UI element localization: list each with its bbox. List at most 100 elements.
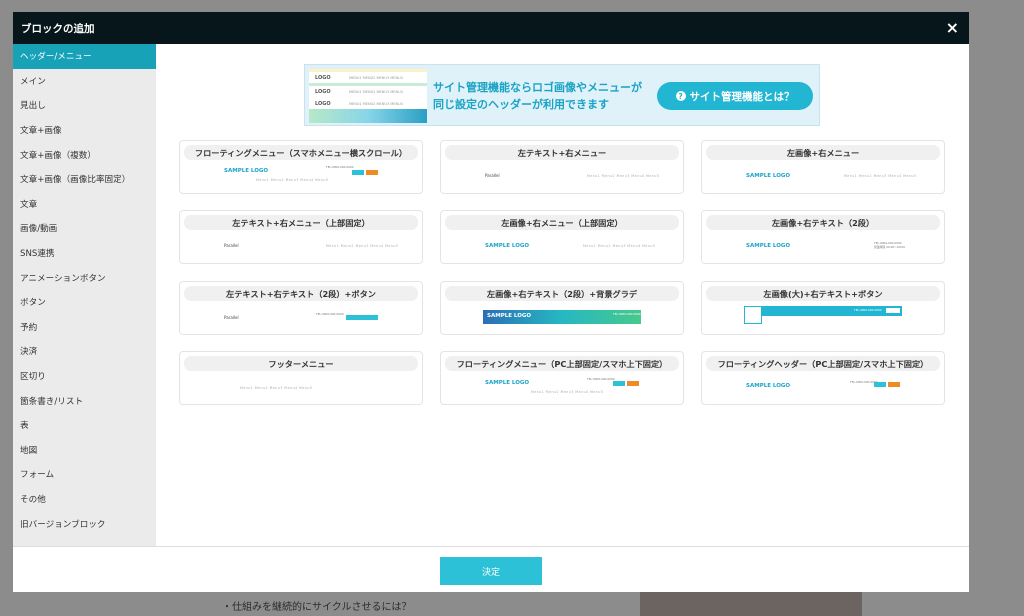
block-preview: SAMPLE LOGO TEL:0000-000-0000 bbox=[441, 304, 683, 334]
preview-button bbox=[874, 382, 886, 387]
block-card-large-image-text-button[interactable]: 左画像(大)+右テキスト+ボタン TEL:0000-000-0000 bbox=[701, 281, 945, 335]
site-management-button-label: サイト管理機能とは？ bbox=[689, 90, 795, 103]
question-icon: ? bbox=[675, 91, 686, 101]
preview-button bbox=[613, 381, 625, 386]
preview-button bbox=[352, 170, 364, 175]
sidebar-item-payment[interactable]: 決済 bbox=[13, 339, 156, 364]
block-card-footer-menu[interactable]: フッターメニュー Menu1 Menu2 Menu3 Menu4 Menu5 bbox=[179, 351, 423, 405]
thumb-gradient bbox=[309, 109, 427, 123]
preview-text: Parallel bbox=[224, 315, 239, 320]
block-card-left-image-right-menu[interactable]: 左画像+右メニュー SAMPLE LOGO Menu1 Menu2 Menu3 … bbox=[701, 140, 945, 194]
sidebar-item-sns[interactable]: SNS連携 bbox=[13, 241, 156, 266]
sidebar-item-animation-button[interactable]: アニメーションボタン bbox=[13, 265, 156, 290]
banner-line-2: 同じ設定のヘッダーが利用できます bbox=[433, 98, 609, 111]
sidebar-item-button[interactable]: ボタン bbox=[13, 290, 156, 315]
sidebar-item-list[interactable]: 箇条書き/リスト bbox=[13, 388, 156, 413]
thumb-row: LOGO MENU1 MENU2 MENU3 MENU4 bbox=[315, 87, 421, 96]
block-card-image-text-gradient[interactable]: 左画像+右テキスト（2段）+背景グラデ SAMPLE LOGO TEL:0000… bbox=[440, 281, 684, 335]
sidebar-item-reservation[interactable]: 予約 bbox=[13, 315, 156, 340]
sidebar-item-text-image[interactable]: 文章+画像 bbox=[13, 118, 156, 143]
sidebar-item-image-video[interactable]: 画像/動画 bbox=[13, 216, 156, 241]
block-preview: SAMPLE LOGO TEL:0000-000-0000 Menu1 Menu… bbox=[441, 374, 683, 404]
sidebar-item-main[interactable]: メイン bbox=[13, 69, 156, 94]
block-preview: SAMPLE LOGO TEL:0000-000-0000 bbox=[702, 374, 944, 404]
preview-logo-box bbox=[744, 306, 762, 324]
background-photo bbox=[640, 592, 862, 616]
block-card-title: 左画像+右メニュー（上部固定） bbox=[445, 215, 679, 230]
preview-logo: SAMPLE LOGO bbox=[746, 173, 791, 179]
block-card-floating-menu-scroll[interactable]: フローティングメニュー（スマホメニュー横スクロール） SAMPLE LOGO T… bbox=[179, 140, 423, 194]
thumb-nav: MENU1 MENU2 MENU3 MENU4 bbox=[349, 75, 403, 80]
block-card-title: フッターメニュー bbox=[184, 356, 418, 371]
preview-menu: Menu1 Menu2 Menu3 Menu4 Menu5 bbox=[844, 174, 917, 178]
sidebar-item-header-menu[interactable]: ヘッダー/メニュー bbox=[13, 44, 156, 69]
preview-logo: SAMPLE LOGO bbox=[746, 383, 791, 389]
modal-title: ブロックの追加 bbox=[21, 22, 95, 35]
site-management-button[interactable]: ? サイト管理機能とは？ bbox=[657, 82, 813, 110]
preview-menu: Menu1 Menu2 Menu3 Menu4 Menu5 bbox=[326, 244, 399, 248]
sidebar-item-text-image-fixed[interactable]: 文章+画像（画像比率固定） bbox=[13, 167, 156, 192]
block-preview: SAMPLE LOGO Menu1 Menu2 Menu3 Menu4 Menu… bbox=[441, 233, 683, 263]
block-card-title: 左画像(大)+右テキスト+ボタン bbox=[706, 286, 940, 301]
preview-tel: TEL:0000-000-0000 bbox=[854, 308, 882, 312]
thumb-nav: MENU1 MENU2 MENU3 MENU4 bbox=[349, 101, 403, 106]
preview-text: Parallel bbox=[224, 243, 239, 248]
preview-logo: SAMPLE LOGO bbox=[487, 313, 532, 319]
preview-button bbox=[627, 381, 639, 386]
close-icon[interactable]: × bbox=[946, 20, 959, 36]
preview-text: Parallel bbox=[485, 173, 500, 178]
preview-menu: Menu1 Menu2 Menu3 Menu4 Menu5 bbox=[240, 386, 313, 390]
thumb-row: LOGO MENU1 MENU2 MENU3 MENU4 bbox=[315, 99, 421, 108]
block-card-left-image-right-menu-fixed[interactable]: 左画像+右メニュー（上部固定） SAMPLE LOGO Menu1 Menu2 … bbox=[440, 210, 684, 264]
banner-line-1: サイト管理機能ならロゴ画像やメニューが bbox=[433, 81, 642, 94]
block-card-left-image-right-text-2[interactable]: 左画像+右テキスト（2段） SAMPLE LOGO TEL:0000-000-0… bbox=[701, 210, 945, 264]
sidebar-item-form[interactable]: フォーム bbox=[13, 462, 156, 487]
sidebar-item-table[interactable]: 表 bbox=[13, 413, 156, 438]
block-preview: Menu1 Menu2 Menu3 Menu4 Menu5 bbox=[180, 374, 422, 404]
preview-button bbox=[886, 308, 900, 313]
block-card-left-text-right-menu-fixed[interactable]: 左テキスト+右メニュー（上部固定） Parallel Menu1 Menu2 M… bbox=[179, 210, 423, 264]
preview-sub: 営業時間 00:00〜00:00 bbox=[874, 245, 905, 249]
sidebar-item-map[interactable]: 地図 bbox=[13, 438, 156, 463]
confirm-button[interactable]: 決定 bbox=[440, 557, 542, 585]
sidebar-item-text-image-multi[interactable]: 文章+画像（複数） bbox=[13, 142, 156, 167]
sidebar-item-heading[interactable]: 見出し bbox=[13, 93, 156, 118]
add-block-modal: ブロックの追加 × ヘッダー/メニュー メイン 見出し 文章+画像 文章+画像（… bbox=[13, 12, 969, 592]
block-preview: Parallel Menu1 Menu2 Menu3 Menu4 Menu5 bbox=[180, 233, 422, 263]
block-preview: SAMPLE LOGO Menu1 Menu2 Menu3 Menu4 Menu… bbox=[702, 163, 944, 193]
sidebar-item-legacy[interactable]: 旧バージョンブロック bbox=[13, 511, 156, 536]
sidebar-item-text[interactable]: 文章 bbox=[13, 192, 156, 217]
banner-message: サイト管理機能ならロゴ画像やメニューが 同じ設定のヘッダーが利用できます bbox=[433, 79, 642, 113]
preview-button bbox=[366, 170, 378, 175]
preview-button bbox=[346, 315, 378, 320]
block-preview: Parallel Menu1 Menu2 Menu3 Menu4 Menu5 bbox=[441, 163, 683, 193]
thumb-logo: LOGO bbox=[315, 100, 331, 107]
block-card-title: 左画像+右メニュー bbox=[706, 145, 940, 160]
block-card-title: 左テキスト+右メニュー bbox=[445, 145, 679, 160]
block-card-floating-header-fixed[interactable]: フローティングヘッダー（PC上部固定/スマホ上下固定） SAMPLE LOGO … bbox=[701, 351, 945, 405]
preview-tel: TEL:0000-000-0000 bbox=[326, 165, 354, 169]
site-management-banner: LOGO MENU1 MENU2 MENU3 MENU4 LOGO MENU1 … bbox=[304, 64, 820, 126]
preview-logo: SAMPLE LOGO bbox=[485, 243, 530, 249]
thumb-logo: LOGO bbox=[315, 74, 331, 81]
block-card-left-text-right-menu[interactable]: 左テキスト+右メニュー Parallel Menu1 Menu2 Menu3 M… bbox=[440, 140, 684, 194]
block-preview: Parallel TEL:0000-000-0000 bbox=[180, 304, 422, 334]
preview-tel: TEL:0000-000-0000 bbox=[316, 312, 344, 316]
sidebar-item-other[interactable]: その他 bbox=[13, 487, 156, 512]
modal-body: ヘッダー/メニュー メイン 見出し 文章+画像 文章+画像（複数） 文章+画像（… bbox=[13, 44, 969, 546]
block-card-text-text-button[interactable]: 左テキスト+右テキスト（2段）+ボタン Parallel TEL:0000-00… bbox=[179, 281, 423, 335]
block-card-title: 左テキスト+右メニュー（上部固定） bbox=[184, 215, 418, 230]
thumb-stripe bbox=[309, 83, 427, 86]
block-card-title: フローティングメニュー（PC上部固定/スマホ上下固定） bbox=[445, 356, 679, 371]
thumb-stripe bbox=[309, 69, 427, 72]
block-card-floating-menu-fixed[interactable]: フローティングメニュー（PC上部固定/スマホ上下固定） SAMPLE LOGO … bbox=[440, 351, 684, 405]
block-card-title: 左テキスト+右テキスト（2段）+ボタン bbox=[184, 286, 418, 301]
preview-logo: SAMPLE LOGO bbox=[746, 243, 791, 249]
preview-tel: TEL:0000-000-0000 bbox=[613, 312, 641, 316]
thumb-nav: MENU1 MENU2 MENU3 MENU4 bbox=[349, 89, 403, 94]
block-card-title: 左画像+右テキスト（2段）+背景グラデ bbox=[445, 286, 679, 301]
preview-tel: TEL:0000-000-0000 bbox=[587, 377, 615, 381]
sidebar-item-divider[interactable]: 区切り bbox=[13, 364, 156, 389]
preview-menu: Menu1 Menu2 Menu3 Menu4 Menu5 bbox=[531, 390, 604, 394]
preview-menu: Menu1 Menu2 Menu3 Menu4 Menu5 bbox=[256, 178, 329, 182]
